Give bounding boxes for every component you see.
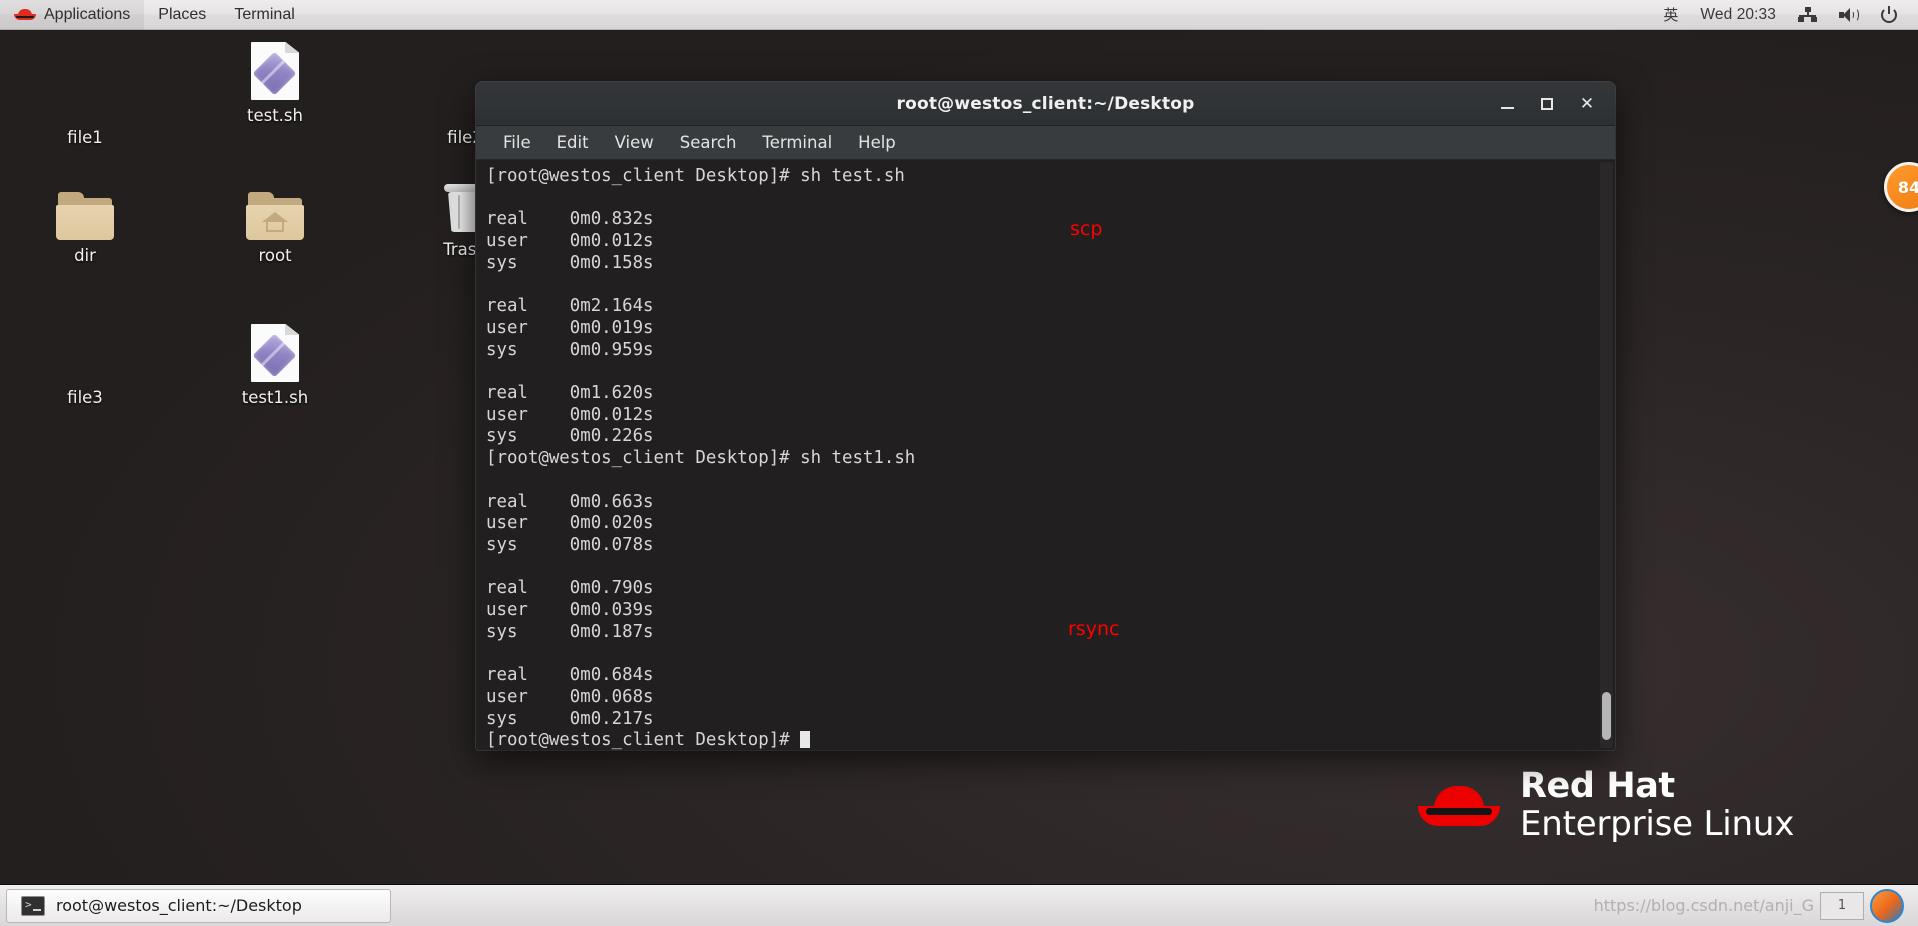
desktop-screen: Applications Places Terminal 英 Wed 20:33 [0,0,1918,926]
menu-item-search[interactable]: Search [667,126,750,160]
terminal-scrollbar[interactable] [1600,162,1613,748]
menu-applications-label: Applications [44,5,131,23]
menu-item-view[interactable]: View [602,126,667,160]
input-method-indicator[interactable]: 英 [1652,0,1689,30]
network-tray-button[interactable] [1787,0,1828,30]
desktop-icon-label: file1 [67,128,103,147]
top-panel: Applications Places Terminal 英 Wed 20:33 [0,0,1918,30]
desktop-icon-label: dir [74,246,96,265]
rhel-branding: Red Hat Enterprise Linux [1418,768,1794,843]
brand-line1: Red Hat [1520,766,1675,806]
close-button[interactable]: ✕ [1567,84,1607,124]
watermark-text: https://blog.csdn.net/anji_G [1593,896,1814,915]
avatar [1870,888,1904,923]
terminal-title: root@westos_client:~/Desktop [896,93,1195,114]
home-folder-icon [246,192,304,240]
watermark-area: https://blog.csdn.net/anji_G 1 [1593,888,1904,923]
desktop-icon-test-sh[interactable]: test.sh [220,38,330,126]
clock-label: Wed 20:33 [1700,5,1776,23]
redhat-hat-logo-icon [1418,778,1500,832]
clock-area[interactable]: Wed 20:33 [1689,0,1787,30]
network-icon [1798,7,1817,22]
close-icon: ✕ [1579,94,1595,113]
desktop-icon-dir[interactable]: dir [30,178,140,266]
volume-icon [1839,7,1859,23]
terminal-prompt-line: [root@westos_client Desktop]# [480,730,1615,750]
taskbar-window-button[interactable]: root@westos_client:~/Desktop [6,888,391,923]
redhat-logo-icon [14,8,36,22]
volume-tray-button[interactable] [1828,0,1870,30]
terminal-menubar: File Edit View Search Terminal Help [476,126,1615,160]
menu-item-file[interactable]: File [490,126,544,160]
brand-line2: Enterprise Linux [1520,803,1795,844]
desktop-icon-file1[interactable]: file1 [30,60,140,148]
terminal-cursor [800,731,811,749]
menu-applications[interactable]: Applications [0,0,145,30]
panel-tray: 英 Wed 20:33 [1652,0,1918,30]
workspace-number: 1 [1837,898,1847,913]
desktop-icon-file3[interactable]: file3 [30,320,140,408]
script-file-icon [251,42,299,100]
minimize-icon [1500,107,1514,109]
annotation-rsync: rsync [1068,618,1120,640]
prompt-text: [root@westos_client Desktop]# [486,730,801,750]
menu-item-edit[interactable]: Edit [544,126,602,160]
terminal-output-area[interactable]: [root@westos_client Desktop]# sh test.sh… [476,160,1615,750]
scrollbar-thumb[interactable] [1602,692,1611,740]
terminal-titlebar[interactable]: root@westos_client:~/Desktop ✕ [476,82,1615,126]
desktop-icon-label: test1.sh [241,388,309,407]
menu-terminal-label: Terminal [234,5,295,23]
workspace-switcher[interactable]: 1 [1820,891,1864,920]
menu-places[interactable]: Places [144,0,220,30]
maximize-button[interactable] [1527,84,1567,124]
desktop-icon-root[interactable]: root [220,178,330,266]
desktop-icon-test1-sh[interactable]: test1.sh [220,320,330,408]
power-tray-button[interactable] [1870,0,1908,30]
window-controls: ✕ [1487,82,1607,126]
desktop-icon-label: file3 [67,388,103,407]
annotation-scp: scp [1070,218,1103,240]
desktop-icon-label: test.sh [247,106,303,125]
menu-item-help[interactable]: Help [845,126,909,160]
minimize-button[interactable] [1487,84,1527,124]
terminal-output-text: [root@westos_client Desktop]# sh test.sh… [486,166,916,729]
taskbar-window-label: root@westos_client:~/Desktop [56,896,302,915]
power-icon [1881,5,1897,23]
notification-badge-count: 84 [1897,177,1918,197]
menu-terminal[interactable]: Terminal [220,0,308,30]
script-file-icon [251,324,299,382]
desktop-icon-label: root [258,246,292,265]
terminal-window[interactable]: root@westos_client:~/Desktop ✕ File Edit… [476,82,1615,750]
input-method-label: 英 [1663,7,1679,24]
folder-icon [56,192,114,240]
menu-places-label: Places [158,5,207,23]
terminal-icon [21,895,45,916]
maximize-icon [1541,98,1553,110]
menu-item-terminal[interactable]: Terminal [749,126,845,160]
taskbar: root@westos_client:~/Desktop https://blo… [0,884,1918,926]
